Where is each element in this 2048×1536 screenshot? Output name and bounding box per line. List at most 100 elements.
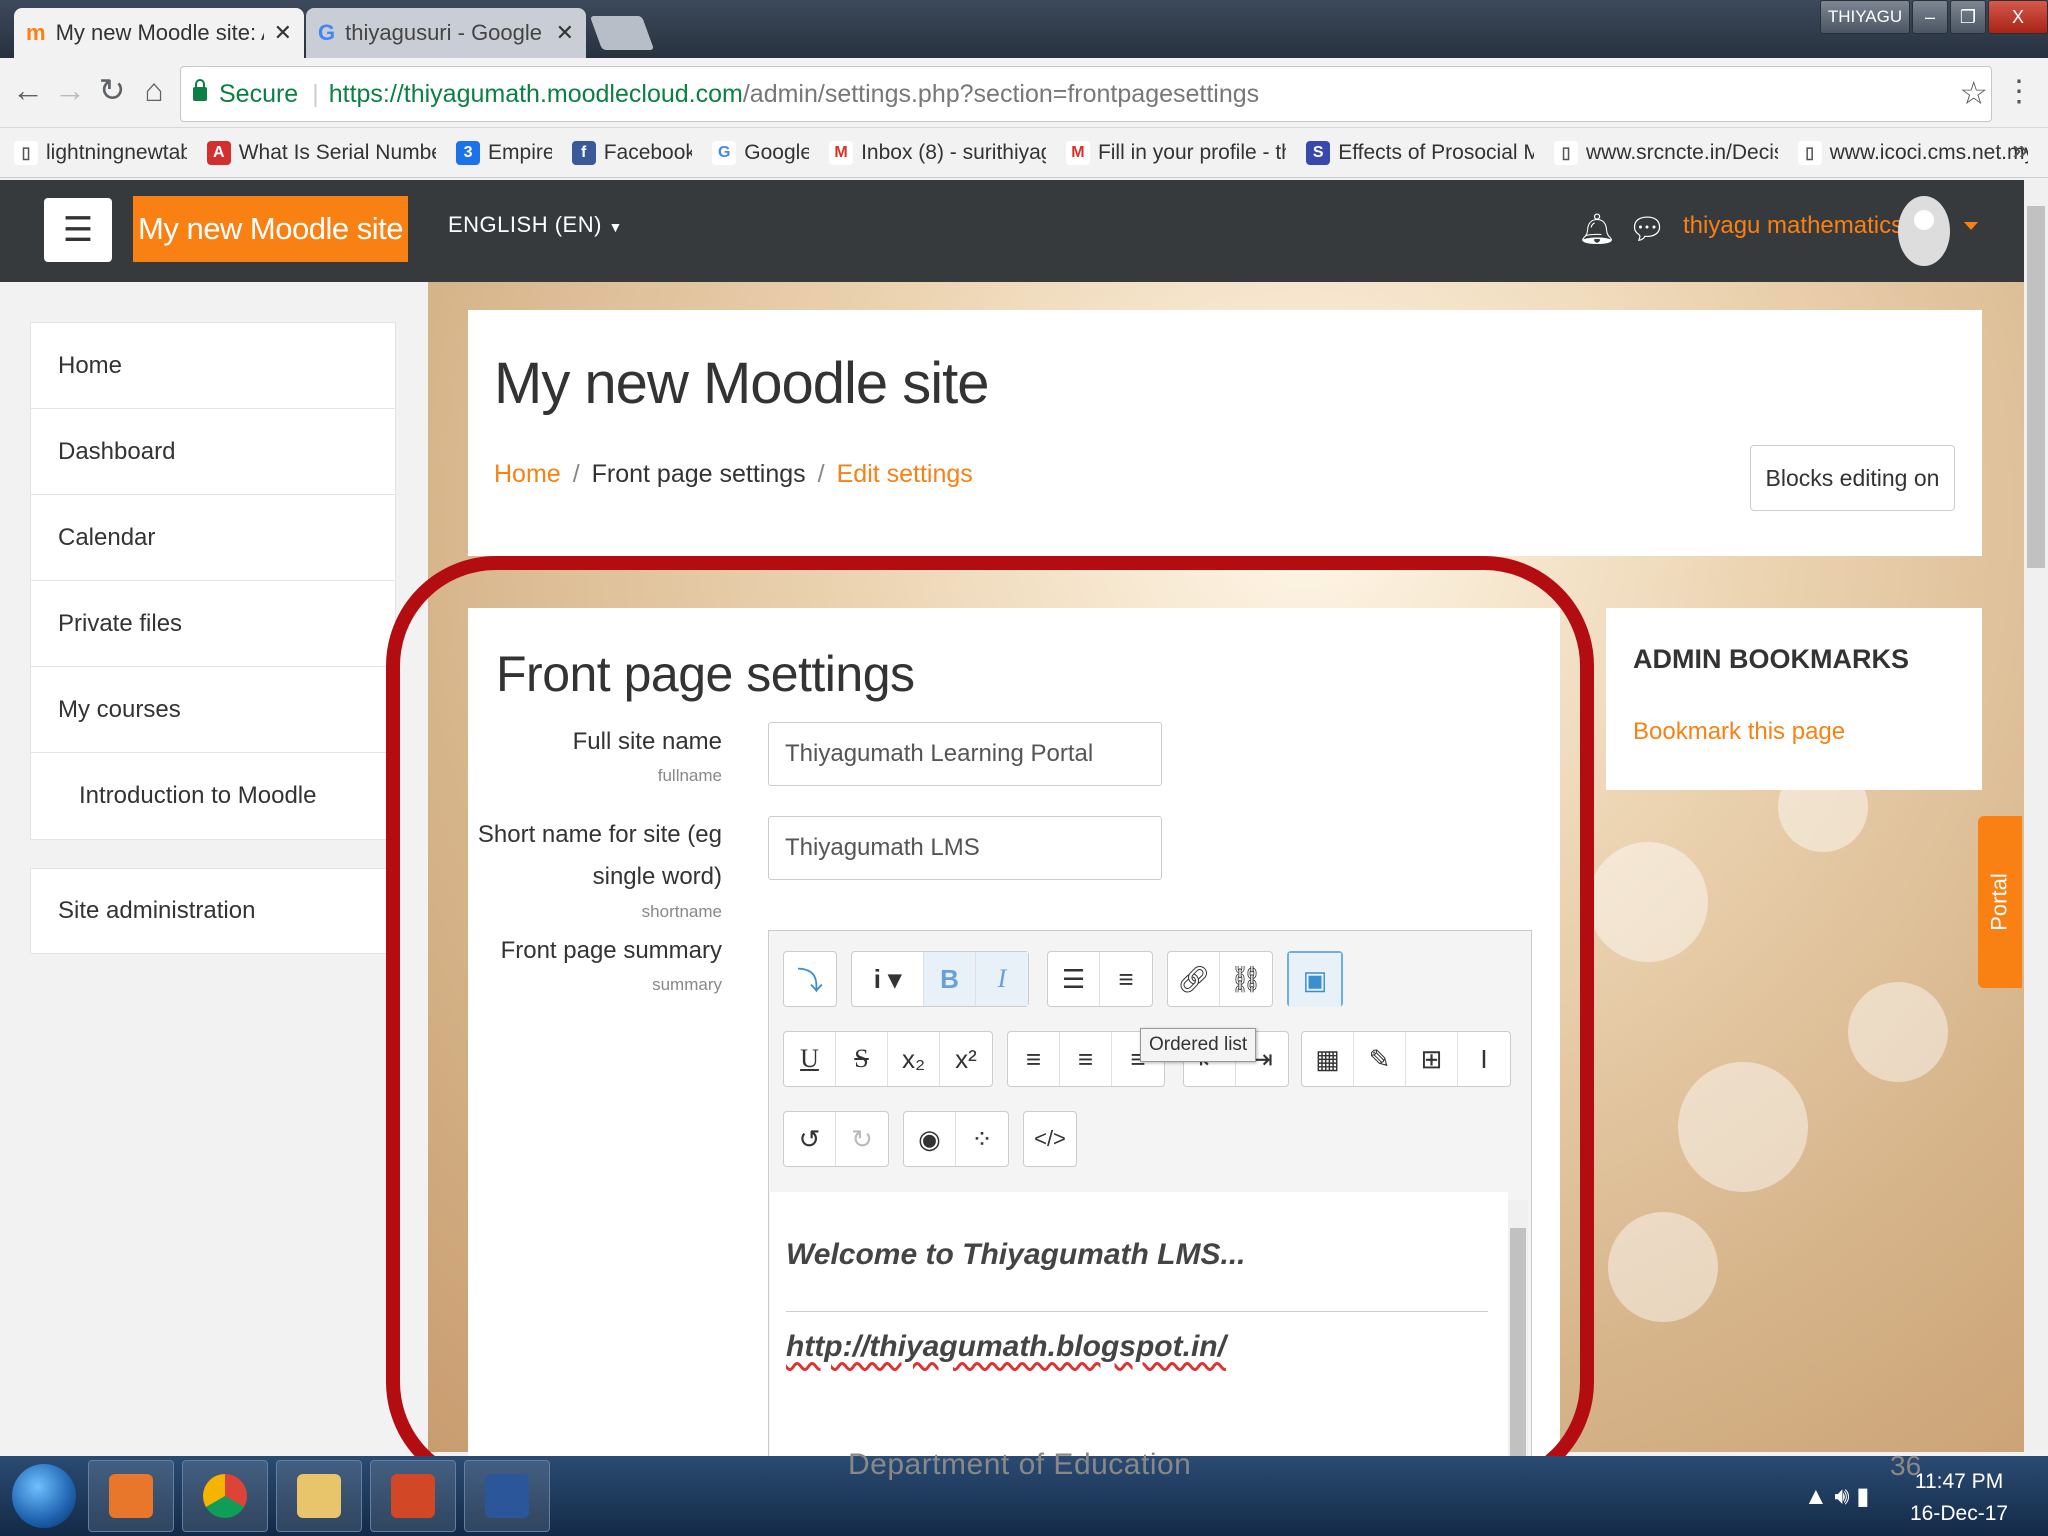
bookmark-item[interactable]: M Fill in your profile - th (1065, 140, 1287, 165)
portal-label: Portal (1987, 873, 2013, 931)
google-favicon-icon: G (318, 20, 336, 45)
word-icon[interactable] (464, 1460, 550, 1532)
moodle-favicon-icon: m (26, 20, 46, 45)
slide-footer-text: Department of Education (848, 1448, 1192, 1481)
bookmark-label: Inbox (8) - surithiyag (861, 140, 1046, 164)
home-icon[interactable]: ⌂ (134, 70, 174, 110)
bookmark-label: Fill in your profile - th (1097, 140, 1287, 164)
bookmark-item[interactable]: S Effects of Prosocial M (1306, 140, 1534, 165)
page-title: My new Moodle site (494, 351, 990, 416)
empire-icon: 3 (456, 140, 481, 165)
bookmark-item[interactable]: A What Is Serial Numbe (206, 140, 437, 165)
google-icon: G (712, 140, 737, 165)
taskbar-clock[interactable]: 11:47 PM 16-Dec-17 (1910, 1466, 2008, 1530)
chrome-icon[interactable] (182, 1460, 268, 1532)
bookmark-this-page-link[interactable]: Bookmark this page (1633, 718, 1845, 746)
bookmark-label: Facebook (603, 140, 693, 164)
close-icon[interactable]: ✕ (274, 20, 292, 46)
breadcrumb-front-page-settings[interactable]: Front page settings (592, 460, 806, 489)
page-icon: ▯ (1797, 140, 1822, 165)
minimize-icon[interactable]: – (1912, 0, 1948, 34)
page-header-card (468, 310, 1982, 556)
address-bar[interactable]: Secure | https://thiyagumath.moodlecloud… (180, 66, 1992, 122)
nav-item-site-administration[interactable]: Site administration (30, 868, 396, 954)
hamburger-menu-icon[interactable]: ☰ (44, 198, 112, 262)
breadcrumb-separator: / (817, 460, 825, 488)
bell-icon[interactable]: 🔔︎ (1578, 212, 1616, 247)
menu-icon[interactable]: ⋮ (2004, 74, 2034, 109)
breadcrumb-edit-settings[interactable]: Edit settings (837, 460, 973, 489)
facebook-icon: f (571, 140, 596, 165)
secure-label: Secure (219, 79, 299, 108)
caret-down-icon: ▼ (608, 219, 623, 235)
forward-icon[interactable]: → (50, 70, 90, 110)
gmail-icon: M (829, 140, 854, 165)
bookmark-item[interactable]: ▯ lightningnewtab (14, 140, 187, 165)
caret-down-icon[interactable] (1964, 222, 1978, 230)
nav-item-my-courses[interactable]: My courses (31, 667, 395, 753)
blocks-editing-button[interactable]: Blocks editing on (1750, 445, 1955, 511)
bookmark-item[interactable]: M Inbox (8) - surithiyag (829, 140, 1046, 165)
profile-badge[interactable]: THIYAGU (1820, 0, 1910, 34)
chevron-more-icon[interactable]: » (2012, 134, 2028, 166)
left-navigation: Home Dashboard Calendar Private files My… (30, 322, 396, 840)
reload-icon[interactable]: ↻ (92, 70, 132, 110)
close-icon[interactable]: ✕ (556, 20, 574, 46)
admin-bookmarks-title: ADMIN BOOKMARKS (1633, 644, 1909, 674)
bookmark-label: Effects of Prosocial M (1338, 140, 1534, 164)
page-icon: ▯ (14, 140, 38, 165)
bookmark-item[interactable]: 3 Empire (456, 140, 552, 165)
language-menu[interactable]: ENGLISH (EN) ▼ (448, 212, 623, 238)
bookmark-item[interactable]: ▯ www.srcncte.in/Decis (1554, 140, 1778, 165)
browser-tab-google[interactable]: G thiyagusuri - Google Sea ✕ (306, 8, 586, 58)
start-button-icon[interactable] (12, 1464, 76, 1528)
clock-date: 16-Dec-17 (1910, 1502, 2009, 1525)
breadcrumb-home[interactable]: Home (494, 460, 561, 489)
tab-title: thiyagusuri - Google Sea (345, 20, 545, 45)
page-scroll-thumb[interactable] (2027, 206, 2045, 568)
gmail-icon: M (1065, 140, 1090, 165)
avatar[interactable] (1898, 196, 1950, 266)
nav-item-home[interactable]: Home (31, 323, 395, 409)
bookmark-label: lightningnewtab (46, 140, 187, 164)
lock-icon (193, 79, 207, 101)
user-name[interactable]: thiyagu mathematics (1683, 212, 1903, 240)
highlight-annotation (386, 556, 1594, 1492)
ask-icon: A (206, 140, 231, 165)
bookmark-item[interactable]: ▯ www.icoci.cms.net.my (1797, 140, 2028, 165)
bookmark-item[interactable]: G Google (712, 140, 810, 165)
url-path: /admin/settings.php?section=frontpageset… (742, 79, 1260, 108)
bookmarks-bar: ▯ lightningnewtab A What Is Serial Numbe 3 Em… (0, 128, 2048, 178)
breadcrumb-separator: / (572, 460, 580, 488)
bookmark-label: www.srcncte.in/Decis (1586, 140, 1778, 164)
site-brand[interactable]: My new Moodle site (133, 196, 408, 262)
file-explorer-icon[interactable] (276, 1460, 362, 1532)
browser-tab-moodle[interactable]: m My new Moodle site: Adr ✕ (14, 8, 304, 58)
nav-item-dashboard[interactable]: Dashboard (31, 409, 395, 495)
nav-item-calendar[interactable]: Calendar (31, 495, 395, 581)
bookmark-star-icon[interactable]: ☆ (1959, 74, 1988, 112)
media-player-icon[interactable] (88, 1460, 174, 1532)
bookmark-label: What Is Serial Numbe (238, 140, 437, 164)
portal-side-tab[interactable]: Portal (1978, 816, 2022, 988)
bookmark-label: Empire (488, 140, 552, 164)
system-tray-icons[interactable]: ▲ 🔊︎ ▮ (1804, 1482, 1869, 1511)
tab-title: My new Moodle site: Adr (55, 20, 264, 45)
clock-time: 11:47 PM (1914, 1470, 2004, 1493)
breadcrumb: Home / Front page settings / Edit settin… (494, 460, 973, 489)
s-icon: S (1306, 140, 1331, 165)
slide-number: 36 (1890, 1450, 1922, 1481)
powerpoint-icon[interactable] (370, 1460, 456, 1532)
back-icon[interactable]: ← (8, 70, 48, 110)
window-controls: THIYAGU – ❐ X (1820, 0, 2048, 36)
page-icon: ▯ (1554, 140, 1578, 165)
nav-item-private-files[interactable]: Private files (31, 581, 395, 667)
restore-icon[interactable]: ❐ (1950, 0, 1986, 34)
chat-icon[interactable]: 💬︎ (1628, 212, 1666, 247)
close-window-icon[interactable]: X (1988, 0, 2048, 34)
bookmark-label: Google (744, 140, 810, 164)
divider: | (312, 79, 319, 108)
language-label: ENGLISH (EN) (448, 212, 602, 237)
nav-item-course[interactable]: Introduction to Moodle (31, 753, 395, 839)
bookmark-item[interactable]: f Facebook (571, 140, 693, 165)
